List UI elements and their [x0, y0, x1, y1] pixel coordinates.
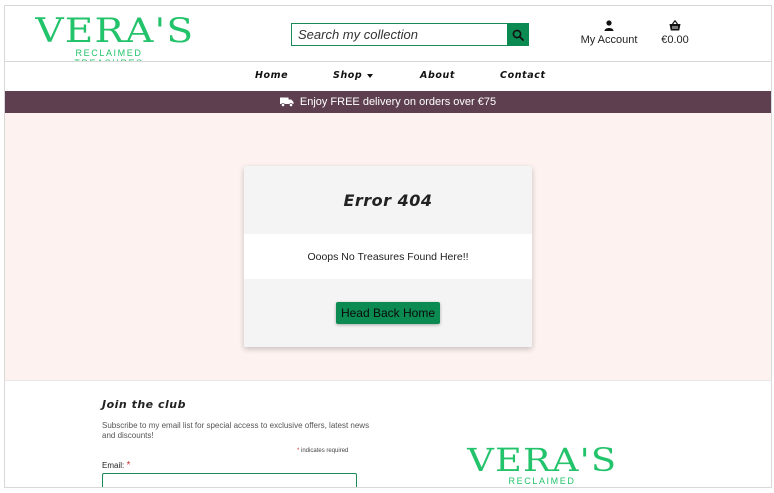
join-club-title: Join the club [102, 398, 186, 411]
nav-item-about[interactable]: About [420, 70, 455, 81]
delivery-banner: Enjoy FREE delivery on orders over €75 [5, 91, 771, 113]
email-required-asterisk: * [126, 460, 131, 471]
search-input[interactable] [291, 23, 507, 46]
cart-link[interactable]: €0.00 [655, 19, 695, 46]
required-asterisk: * [297, 448, 300, 454]
logo-wordmark: VERA'S [35, 11, 195, 51]
main-nav: Home Shop About Contact [5, 61, 771, 91]
cart-total: €0.00 [661, 34, 689, 46]
site-logo[interactable]: VERA'S RECLAIMED TREASURES [35, 14, 193, 68]
user-icon [577, 20, 641, 34]
error-card: Error 404 Ooops No Treasures Found Here!… [244, 166, 532, 347]
nav-item-shop-label: Shop [333, 70, 363, 81]
error-card-footer: Head Back Home [244, 279, 532, 347]
site-footer: Join the club Subscribe to my email list… [5, 380, 771, 487]
nav-item-home[interactable]: Home [255, 70, 288, 81]
footer-logo-wordmark: VERA'S [467, 441, 618, 479]
footer-logo[interactable]: VERA'S RECLAIMED TREASURES [467, 444, 616, 487]
main-content: Error 404 Ooops No Treasures Found Here!… [5, 113, 771, 380]
head-back-home-button[interactable]: Head Back Home [335, 302, 441, 324]
email-label: Email: * [102, 460, 130, 471]
my-account-label: My Account [580, 34, 638, 46]
search-button[interactable] [507, 23, 529, 46]
email-field[interactable] [102, 473, 357, 487]
shopping-basket-icon [655, 19, 695, 34]
delivery-banner-text: Enjoy FREE delivery on orders over €75 [299, 96, 497, 108]
error-title: Error 404 [343, 190, 433, 210]
search-form [291, 23, 529, 46]
my-account-link[interactable]: My Account [577, 20, 641, 46]
caret-down-icon [367, 73, 374, 78]
required-note-text: indicates required [301, 448, 349, 454]
email-label-text: Email: [102, 461, 125, 470]
truck-icon [279, 97, 294, 107]
nav-item-shop[interactable]: Shop [333, 70, 374, 81]
join-club-description: Subscribe to my email list for special a… [102, 421, 370, 440]
nav-item-contact[interactable]: Contact [500, 70, 546, 81]
search-icon [512, 29, 524, 41]
site-header: VERA'S RECLAIMED TREASURES My Account €0… [5, 6, 771, 68]
error-message: Ooops No Treasures Found Here!! [244, 234, 532, 279]
required-note: * indicates required [297, 448, 348, 454]
browser-viewport: VERA'S RECLAIMED TREASURES My Account €0… [4, 5, 772, 488]
